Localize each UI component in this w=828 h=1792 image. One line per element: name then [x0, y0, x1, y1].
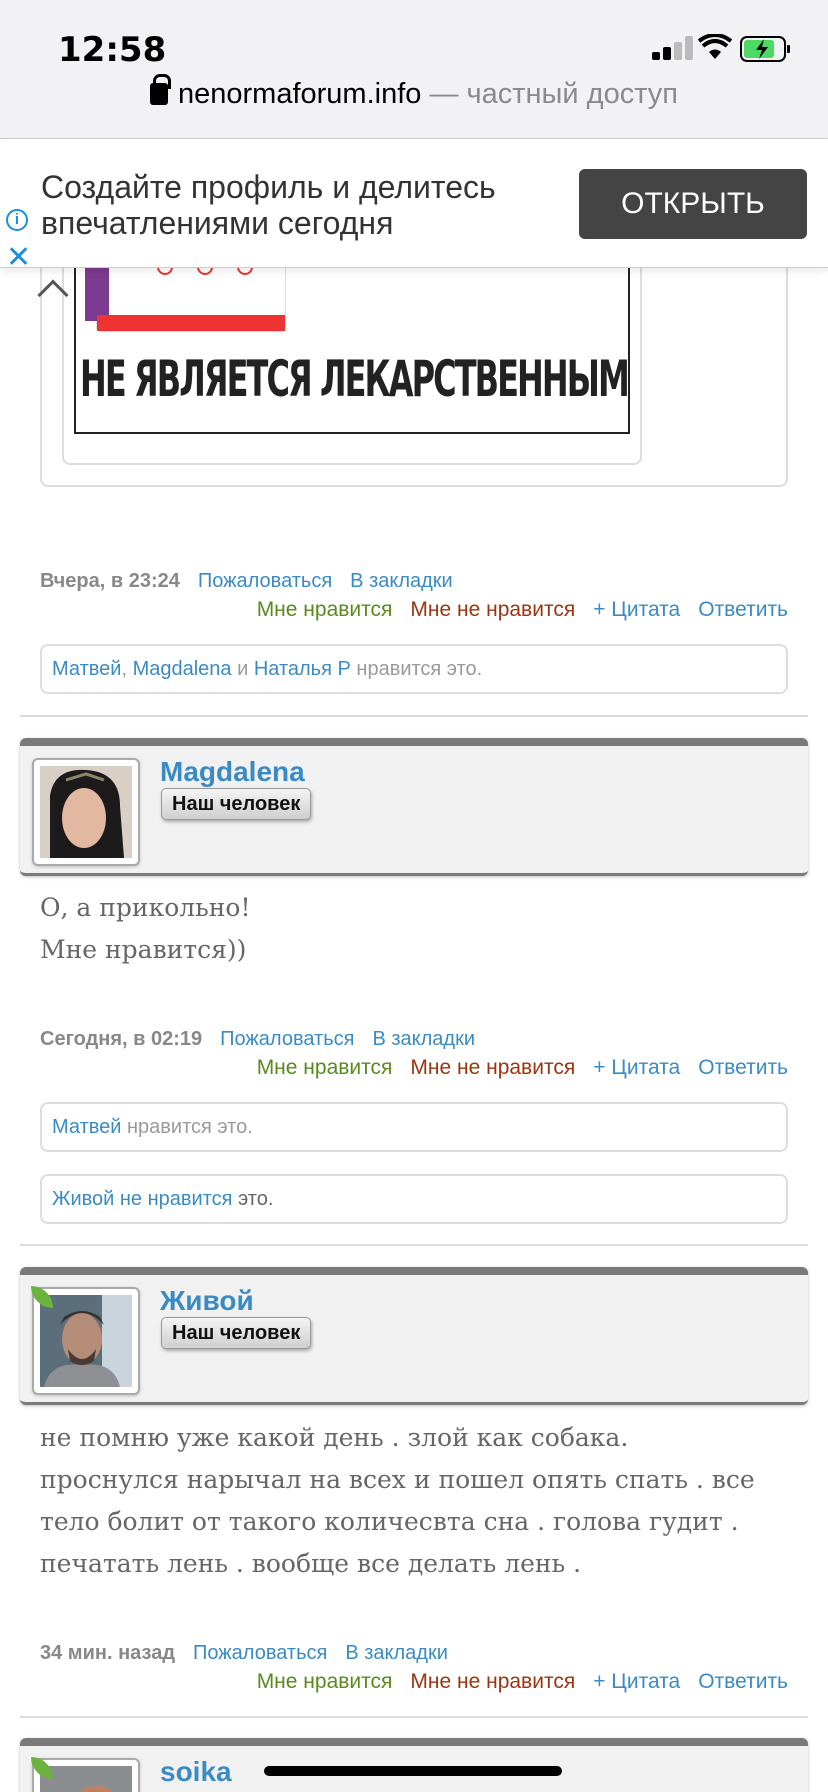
post-date: 34 мин. назад: [40, 1642, 176, 1664]
message-line: тело болит от такого количесвта сна . го…: [40, 1507, 739, 1536]
address-bar[interactable]: nenormaforum.info — частный доступ: [0, 74, 828, 111]
browser-topbar: 12:58 nenormaforum.info — частный доступ: [0, 0, 828, 138]
like-link[interactable]: Мне нравится: [257, 1670, 393, 1693]
report-link[interactable]: Пожаловаться: [198, 570, 332, 592]
post-message: не помню уже какой день . злой как собак…: [40, 1417, 800, 1585]
leaf-icon: [31, 1286, 53, 1308]
likes-summary: Матвей, Magdalena и Наталья Р нравится э…: [40, 644, 788, 694]
avatar[interactable]: [31, 1757, 140, 1792]
liker-link[interactable]: Матвей: [52, 658, 121, 680]
liker-link[interactable]: Наталья Р: [254, 658, 351, 680]
like-link[interactable]: Мне нравится: [257, 1056, 393, 1079]
ad-text: Создайте профиль и делитесь впечатлениям…: [41, 169, 561, 241]
dislikes-summary: Живой не нравится это.: [40, 1174, 788, 1224]
quote-link[interactable]: + Цитата: [593, 1670, 680, 1693]
reply-link[interactable]: Ответить: [698, 598, 788, 621]
post-author[interactable]: Живой: [160, 1285, 254, 1317]
wifi-icon: [698, 34, 732, 59]
report-link[interactable]: Пожаловаться: [220, 1028, 354, 1050]
message-line: не помню уже какой день . злой как собак…: [40, 1423, 629, 1452]
url-note: частный доступ: [466, 78, 679, 110]
ad-close-icon[interactable]: ✕: [6, 243, 31, 273]
avatar[interactable]: [31, 1286, 140, 1395]
dislike-link[interactable]: Мне не нравится: [410, 1056, 575, 1079]
ad-info-icon[interactable]: i: [6, 209, 28, 231]
avatar-image: [40, 1295, 132, 1387]
battery-charging-icon: [740, 36, 790, 62]
post-actions: Мне нравится Мне не нравится + Цитата Ответ…: [239, 1670, 788, 1694]
home-indicator[interactable]: [264, 1766, 562, 1776]
product-warning-text: НЕ ЯВЛЯЕТСЯ ЛЕКАРСТВЕННЫМ СРЕДСТВОМ: [80, 350, 628, 408]
message-line: печатать лень . вообще все делать лень .: [40, 1549, 582, 1578]
url-separator: —: [421, 78, 467, 110]
user-title-badge: Наш человек: [161, 1317, 312, 1349]
avatar-image: [40, 1766, 132, 1792]
reply-link[interactable]: Ответить: [698, 1670, 788, 1693]
post-meta: Сегодня, в 02:19 Пожаловаться В закладки: [40, 1028, 493, 1051]
post-date: Вчера, в 23:24: [40, 570, 180, 592]
ad-line-2: впечатлениями сегодня: [41, 205, 394, 241]
ad-open-button[interactable]: ОТКРЫТЬ: [579, 169, 807, 239]
post-date: Сегодня, в 02:19: [40, 1028, 203, 1050]
bookmark-link[interactable]: В закладки: [345, 1642, 448, 1664]
post-message: О, а прикольно! Мне нравится)): [40, 887, 800, 971]
post-actions: Мне нравится Мне не нравится + Цитата Ответ…: [239, 1056, 788, 1080]
disliker-link[interactable]: Живой не нравится: [52, 1188, 232, 1210]
liker-link[interactable]: Magdalena: [133, 658, 232, 680]
message-line: Мне нравится)): [40, 935, 247, 964]
like-link[interactable]: Мне нравится: [257, 598, 393, 621]
report-link[interactable]: Пожаловаться: [193, 1642, 327, 1664]
message-line: О, а прикольно!: [40, 893, 251, 922]
status-time: 12:58: [58, 30, 167, 70]
post-user-header: soika: [20, 1738, 808, 1792]
product-image: НЕ ЯВЛЯЕТСЯ ЛЕКАРСТВЕННЫМ СРЕДСТВОМ: [74, 250, 630, 434]
ad-line-1: Создайте профиль и делитесь: [41, 169, 496, 205]
reply-link[interactable]: Ответить: [698, 1056, 788, 1079]
post-divider: [20, 1244, 808, 1246]
post-divider: [20, 715, 808, 717]
dislike-link[interactable]: Мне не нравится: [410, 598, 575, 621]
ad-banner[interactable]: Создайте профиль и делитесь впечатлениям…: [0, 138, 828, 273]
post-user-header: Magdalena Наш человек: [20, 738, 808, 876]
post-actions: Мне нравится Мне не нравится + Цитата Ответ…: [239, 598, 788, 622]
post-author[interactable]: soika: [160, 1756, 232, 1788]
url-host: nenormaforum.info: [177, 78, 422, 110]
user-title-badge: Наш человек: [161, 788, 312, 820]
bookmark-link[interactable]: В закладки: [372, 1028, 475, 1050]
dislike-link[interactable]: Мне не нравится: [410, 1670, 575, 1693]
avatar-image: [40, 766, 132, 858]
quote-link[interactable]: + Цитата: [593, 598, 680, 621]
post-divider: [20, 1716, 808, 1718]
bookmark-link[interactable]: В закладки: [350, 570, 453, 592]
leaf-icon: [31, 1757, 53, 1779]
post-author[interactable]: Magdalena: [160, 756, 305, 788]
message-line: проснулся нарычал на всех и пошел опять …: [40, 1465, 755, 1494]
lock-icon: [149, 74, 171, 105]
post-meta: 34 мин. назад Пожаловаться В закладки: [40, 1642, 466, 1665]
liker-link[interactable]: Матвей: [52, 1116, 121, 1138]
cellular-signal-icon: [652, 36, 693, 60]
quote-link[interactable]: + Цитата: [593, 1056, 680, 1079]
post-user-header: Живой Наш человек: [20, 1267, 808, 1405]
post-meta: Вчера, в 23:24 Пожаловаться В закладки: [40, 570, 471, 593]
avatar[interactable]: [32, 758, 140, 866]
likes-summary: Матвей нравится это.: [40, 1102, 788, 1152]
